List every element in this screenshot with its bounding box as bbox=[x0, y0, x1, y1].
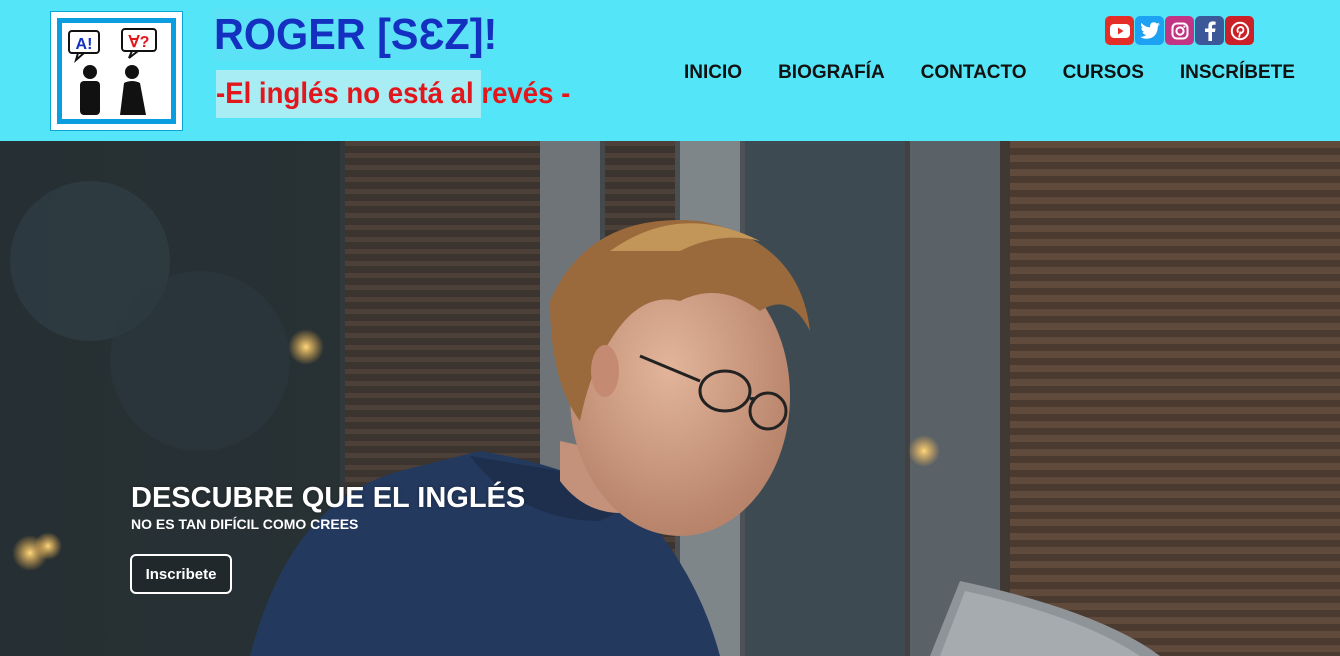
logo-frame: A! ∀? bbox=[57, 18, 176, 124]
main-nav: INICIO BIOGRAFÍA CONTACTO CURSOS INSCRÍB… bbox=[666, 62, 1313, 84]
nav-item-cursos[interactable]: CURSOS bbox=[1045, 62, 1162, 84]
hero-banner: DESCUBRE QUE EL INGLÉS NO ES TAN DIFÍCIL… bbox=[0, 141, 1340, 656]
twitter-icon[interactable] bbox=[1135, 16, 1164, 45]
signup-button[interactable]: Inscribete bbox=[130, 554, 232, 594]
social-links bbox=[1105, 16, 1254, 45]
site-header: A! ∀? ROGER [SƐZ]! -El inglés no está al… bbox=[0, 0, 1340, 141]
logo-bubble-left-text: A! bbox=[76, 36, 93, 53]
site-logo[interactable]: A! ∀? bbox=[50, 11, 183, 131]
brand-tagline: -El inglés no está al revés - bbox=[216, 70, 570, 118]
nav-item-biografia[interactable]: BIOGRAFÍA bbox=[760, 62, 903, 84]
facebook-icon[interactable] bbox=[1195, 16, 1224, 45]
logo-people-illustration: A! ∀? bbox=[68, 28, 157, 115]
logo-bubble-right-text: ∀? bbox=[128, 34, 150, 51]
nav-item-contacto[interactable]: CONTACTO bbox=[903, 62, 1045, 84]
pinterest-icon[interactable] bbox=[1225, 16, 1254, 45]
youtube-icon[interactable] bbox=[1105, 16, 1134, 45]
brand-title: ROGER [SƐZ]! bbox=[214, 9, 498, 61]
nav-item-inscribete[interactable]: INSCRÍBETE bbox=[1162, 62, 1313, 84]
instagram-icon[interactable] bbox=[1165, 16, 1194, 45]
nav-item-inicio[interactable]: INICIO bbox=[666, 62, 760, 84]
